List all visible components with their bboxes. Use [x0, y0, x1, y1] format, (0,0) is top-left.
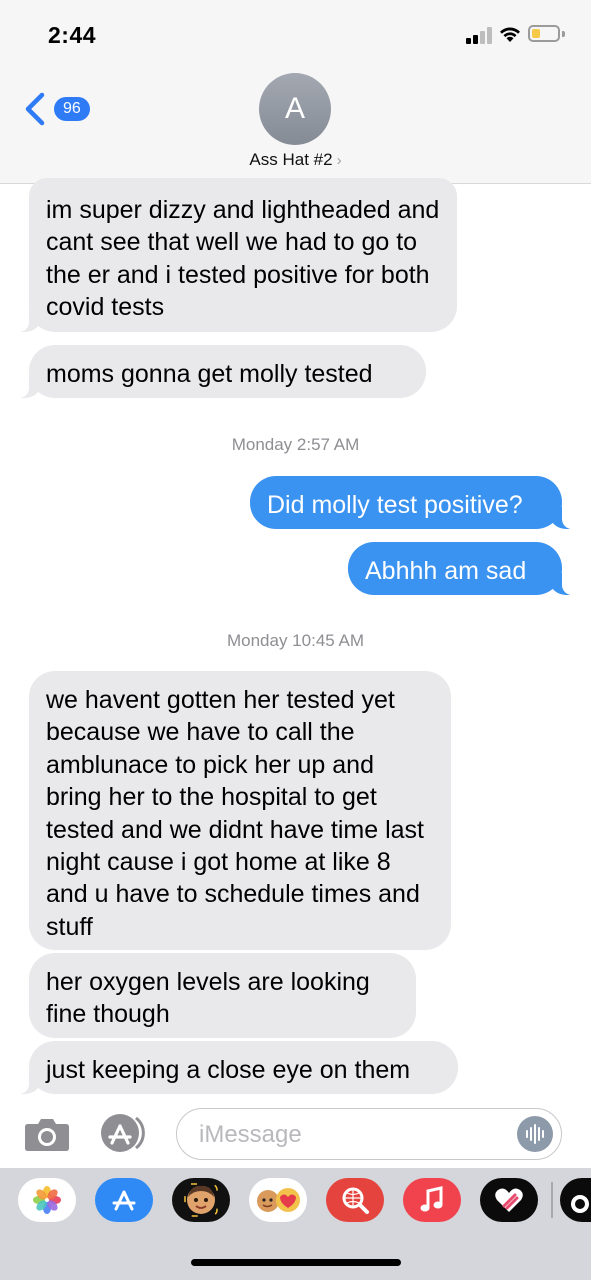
status-bar: 2:44 — [0, 0, 591, 70]
message-bubble-incoming[interactable]: we havent gotten her tested yet because … — [29, 671, 451, 950]
back-button[interactable]: 96 — [22, 92, 90, 126]
animoji-stickers-icon[interactable] — [249, 1178, 307, 1222]
message-bubble-incoming[interactable]: just keeping a close eye on them — [19, 1041, 458, 1094]
chevron-left-icon — [25, 92, 45, 126]
message-text: Abhhh am sad — [365, 557, 527, 585]
message-bubble-outgoing[interactable]: Did molly test positive? — [250, 476, 572, 529]
contact-avatar[interactable]: A — [259, 73, 331, 145]
compose-bar: iMessage — [0, 1100, 591, 1168]
contact-name[interactable]: Ass Hat #2 › — [0, 150, 591, 170]
camera-icon[interactable] — [24, 1116, 70, 1152]
app-store-icon[interactable] — [95, 1178, 153, 1222]
message-bubble-incoming[interactable]: moms gonna get molly tested — [19, 345, 426, 398]
drawer-divider — [551, 1182, 553, 1218]
message-bubble-outgoing[interactable]: Abhhh am sad — [348, 542, 572, 595]
input-placeholder: iMessage — [199, 1121, 302, 1148]
unread-count-badge: 96 — [54, 97, 90, 121]
digital-touch-icon[interactable] — [480, 1178, 538, 1222]
chevron-right-icon: › — [336, 152, 342, 169]
message-text: just keeping a close eye on them — [46, 1056, 411, 1084]
status-time: 2:44 — [48, 22, 97, 48]
message-text: we havent gotten her tested yet because … — [46, 686, 425, 941]
home-indicator[interactable] — [191, 1259, 401, 1266]
app-store-icon[interactable] — [98, 1112, 150, 1154]
timestamp: Monday 2:57 AM — [231, 435, 360, 454]
message-bubble-incoming[interactable]: im super dizzy and lightheaded and cant … — [19, 178, 457, 332]
music-icon[interactable] — [403, 1178, 461, 1222]
contact-name-label: Ass Hat #2 — [249, 150, 333, 169]
web-images-search-icon[interactable] — [326, 1178, 384, 1222]
battery-nub — [562, 31, 565, 37]
message-text: Did molly test positive? — [267, 491, 523, 519]
photos-icon[interactable] — [18, 1178, 76, 1222]
wifi-icon — [500, 27, 520, 42]
tiktok-icon[interactable] — [560, 1178, 591, 1222]
message-text: her oxygen levels are looking fine thoug… — [46, 968, 370, 1029]
timestamp: Monday 10:45 AM — [226, 631, 365, 650]
conversation-header: 96 A Ass Hat #2 › — [0, 70, 591, 184]
imessage-input[interactable]: iMessage — [176, 1108, 562, 1160]
battery-icon — [528, 25, 560, 42]
audio-message-icon[interactable] — [517, 1116, 553, 1152]
cellular-signal-icon — [466, 27, 492, 44]
memoji-icon[interactable] — [172, 1178, 230, 1222]
app-drawer — [0, 1168, 591, 1280]
message-bubble-incoming[interactable]: her oxygen levels are looking fine thoug… — [29, 953, 416, 1038]
message-text: moms gonna get molly tested — [46, 360, 373, 388]
message-text: im super dizzy and lightheaded and cant … — [46, 196, 440, 322]
